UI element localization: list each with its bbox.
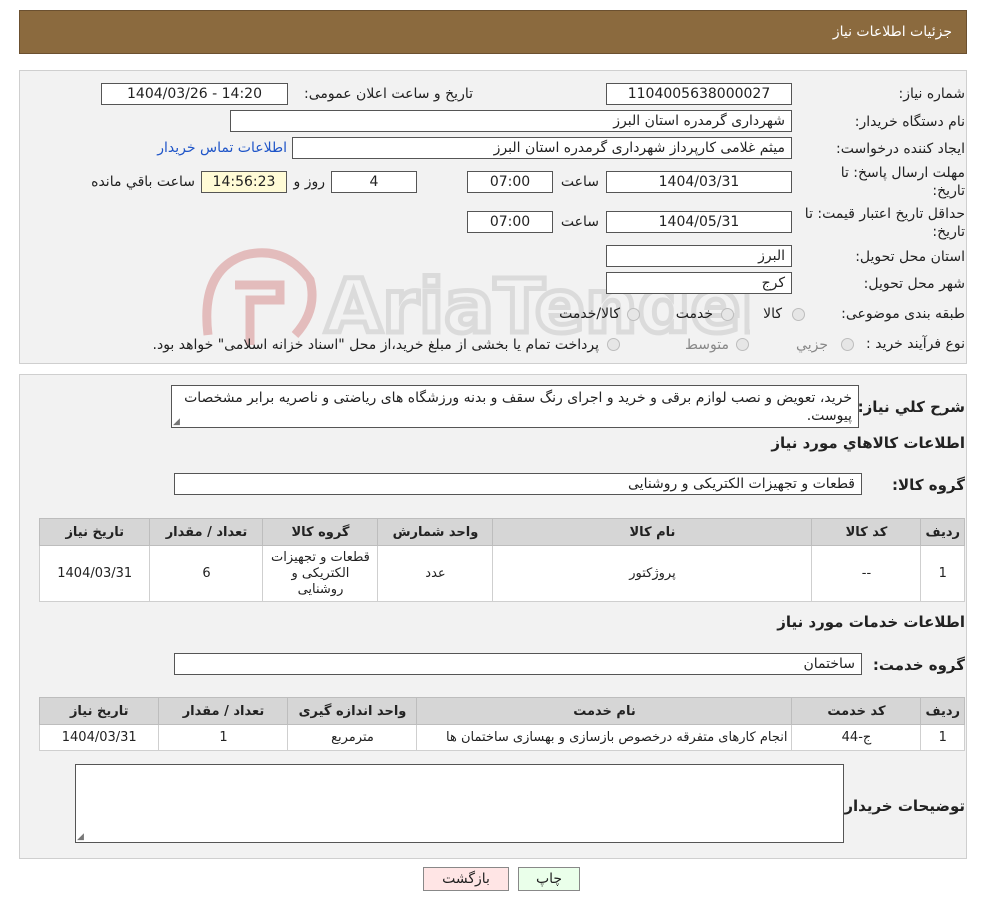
deadline-label: مهلت ارسال پاسخ: تا — [840, 165, 965, 181]
goods-header-name: نام کالا — [492, 518, 813, 546]
category-radio-goods-service[interactable] — [627, 308, 640, 321]
deadline-time-label: ساعت — [560, 174, 599, 190]
buyer-contact-link[interactable]: اطلاعات تماس خریدار — [157, 140, 287, 156]
services-cell-name: انجام کارهای متفرقه درخصوص بازسازی و بهس… — [416, 724, 793, 751]
services-group-field: ساختمان — [174, 653, 862, 675]
goods-cell-code: -- — [811, 545, 922, 602]
need-number-field: 1104005638000027 — [606, 83, 792, 105]
goods-cell-qty: 6 — [149, 545, 264, 602]
requester-label: ایجاد کننده درخواست: — [836, 141, 965, 157]
goods-table-header: ردیف کد کالا نام کالا واحد شمارش گروه کا… — [38, 518, 965, 546]
services-cell-row-no: 1 — [920, 724, 965, 751]
buyer-notes-label: توضیحات خریدار: — [838, 797, 965, 815]
services-cell-qty: 1 — [158, 724, 289, 751]
services-header-qty: تعداد / مقدار — [158, 697, 289, 725]
remaining-time-field: 14:56:23 — [201, 171, 287, 193]
buyer-notes-text — [76, 765, 843, 771]
city-label: شهر محل تحویل: — [863, 276, 965, 292]
description-text: خرید، تعویض و نصب لوازم برقی و خرید و اج… — [184, 390, 852, 424]
description-field[interactable]: خرید، تعویض و نصب لوازم برقی و خرید و اج… — [171, 385, 859, 428]
page-header: جزئیات اطلاعات نیاز — [19, 10, 967, 54]
validity-date-field: 1404/05/31 — [606, 211, 792, 233]
services-header-row-no: ردیف — [920, 697, 965, 725]
services-table-header: ردیف کد خدمت نام خدمت واحد اندازه گیری ت… — [38, 697, 965, 725]
process-radio-minor[interactable] — [841, 338, 854, 351]
back-button[interactable]: بازگشت — [423, 867, 509, 891]
table-row: 1 -- پروژکتور عدد قطعات و تجهیزات الکتری… — [38, 545, 965, 602]
goods-cell-name: پروژکتور — [492, 545, 813, 602]
services-cell-unit: مترمربع — [287, 724, 418, 751]
process-label: نوع فرآیند خرید : — [866, 336, 965, 352]
category-radio-goods[interactable] — [792, 308, 805, 321]
services-cell-date: 1404/03/31 — [38, 724, 160, 751]
goods-table: ردیف کد کالا نام کالا واحد شمارش گروه کا… — [38, 518, 965, 602]
goods-cell-unit: عدد — [377, 545, 494, 602]
category-option-goods-service: کالا/خدمت — [559, 306, 620, 322]
category-label: طبقه بندی موضوعی: — [841, 306, 965, 322]
buyer-org-field: شهرداری گرمدره استان البرز — [230, 110, 792, 132]
process-radio-treasury[interactable] — [607, 338, 620, 351]
services-header-code: کد خدمت — [791, 697, 922, 725]
announce-field: 1404/03/26 - 14:20 — [101, 83, 288, 105]
goods-cell-date: 1404/03/31 — [38, 545, 151, 602]
description-label: شرح کلي نیاز: — [857, 398, 965, 416]
process-radio-medium[interactable] — [736, 338, 749, 351]
validity-time-field: 07:00 — [467, 211, 553, 233]
deadline-date-field: 1404/03/31 — [606, 171, 792, 193]
days-field: 4 — [331, 171, 417, 193]
goods-section-title: اطلاعات کالاهاي مورد نیاز — [771, 434, 965, 452]
services-group-label: گروه خدمت: — [872, 656, 965, 674]
services-header-date: تاریخ نیاز — [38, 697, 160, 725]
print-button[interactable]: چاپ — [518, 867, 580, 891]
province-label: استان محل تحویل: — [855, 249, 965, 265]
process-option-medium: متوسط — [685, 337, 729, 353]
validity-time-label: ساعت — [560, 214, 599, 230]
days-label: روز و — [293, 174, 326, 190]
goods-header-date: تاریخ نیاز — [38, 518, 151, 546]
requester-field: میثم غلامی کارپرداز شهرداری گرمدره استان… — [292, 137, 792, 159]
buyer-org-label: نام دستگاه خریدار: — [854, 114, 965, 130]
category-option-service: خدمت — [675, 306, 713, 322]
category-radio-service[interactable] — [721, 308, 734, 321]
goods-cell-group: قطعات و تجهیزات الکتریکی و روشنایی — [262, 545, 379, 602]
goods-header-unit: واحد شمارش — [377, 518, 494, 546]
validity-label-2: تاریخ: — [932, 224, 965, 240]
announce-label: تاریخ و ساعت اعلان عمومی: — [304, 86, 473, 102]
city-field: کرج — [606, 272, 792, 294]
deadline-time-field: 07:00 — [467, 171, 553, 193]
services-table: ردیف کد خدمت نام خدمت واحد اندازه گیری ت… — [38, 697, 965, 751]
goods-header-qty: تعداد / مقدار — [149, 518, 264, 546]
goods-header-row-no: ردیف — [920, 518, 965, 546]
deadline-label-2: تاریخ: — [932, 183, 965, 199]
goods-header-group: گروه کالا — [262, 518, 379, 546]
table-row: 1 ج-44 انجام کارهای متفرقه درخصوص بازساز… — [38, 724, 965, 751]
goods-header-code: کد کالا — [811, 518, 922, 546]
province-field: البرز — [606, 245, 792, 267]
resize-handle-icon: ◢ — [173, 417, 180, 427]
goods-group-label: گروه کالا: — [892, 476, 965, 494]
goods-group-field: قطعات و تجهیزات الکتریکی و روشنایی — [174, 473, 862, 495]
page-title: جزئیات اطلاعات نیاز — [832, 24, 952, 40]
services-header-name: نام خدمت — [416, 697, 793, 725]
services-header-unit: واحد اندازه گیری — [287, 697, 418, 725]
remaining-label: ساعت باقي مانده — [91, 174, 195, 190]
validity-label: حداقل تاریخ اعتبار قیمت: تا — [804, 206, 965, 222]
resize-handle-icon: ◢ — [77, 832, 84, 842]
goods-cell-row-no: 1 — [920, 545, 965, 602]
services-section-title: اطلاعات خدمات مورد نیاز — [777, 613, 965, 631]
process-note: پرداخت تمام یا بخشی از مبلغ خرید،از محل … — [152, 337, 599, 353]
process-option-minor: جزیي — [796, 337, 828, 353]
services-cell-code: ج-44 — [791, 724, 922, 751]
buyer-notes-field[interactable]: ◢ — [75, 764, 844, 843]
need-number-label: شماره نیاز: — [898, 86, 966, 102]
category-option-goods: کالا — [763, 306, 782, 322]
